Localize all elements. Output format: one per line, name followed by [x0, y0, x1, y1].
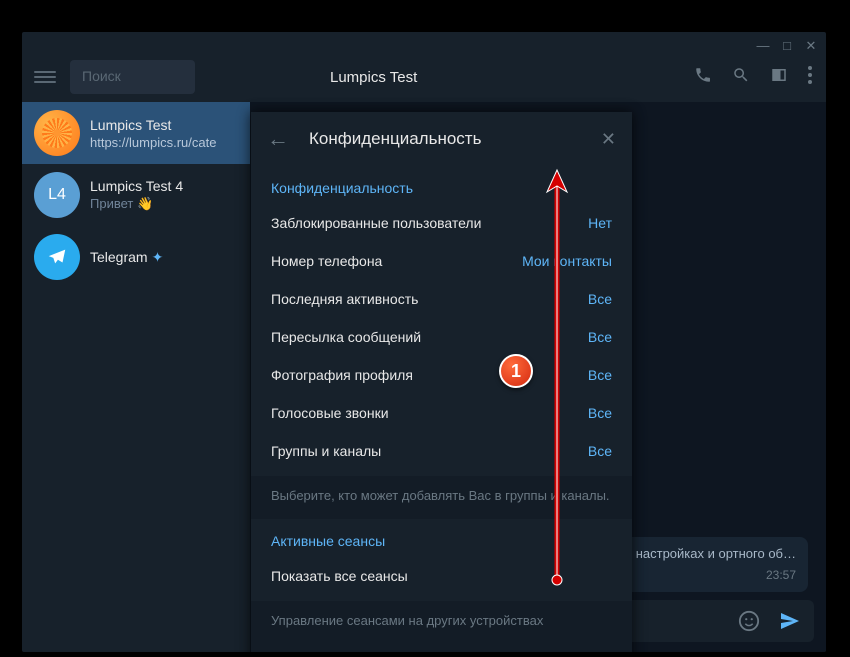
row-label: Голосовые звонки	[271, 405, 389, 421]
privacy-row-groups[interactable]: Группы и каналы Все	[251, 432, 632, 470]
row-value: Все	[588, 291, 612, 307]
privacy-row-lastseen[interactable]: Последняя активность Все	[251, 280, 632, 318]
search-placeholder: Поиск	[82, 68, 121, 84]
row-value: Все	[588, 367, 612, 383]
hamburger-menu-icon[interactable]	[34, 68, 56, 86]
chat-preview: https://lumpics.ru/cate	[90, 135, 216, 150]
row-label: Пересылка сообщений	[271, 329, 421, 345]
privacy-row-photo[interactable]: Фотография профиля Все	[251, 356, 632, 394]
row-label: Номер телефона	[271, 253, 382, 269]
row-value: Все	[588, 405, 612, 421]
avatar: L4	[34, 172, 80, 218]
back-icon[interactable]: ←	[267, 126, 289, 152]
row-value: Все	[588, 329, 612, 345]
emoji-icon[interactable]	[738, 610, 760, 632]
row-label: Заблокированные пользователи	[271, 215, 481, 231]
chat-name: Lumpics Test	[90, 117, 216, 133]
row-label: Группы и каналы	[271, 443, 381, 459]
message-time: 23:57	[612, 567, 796, 584]
chat-name: Telegram✦	[90, 249, 163, 266]
chat-name: Lumpics Test 4	[90, 178, 183, 194]
row-value: Все	[588, 443, 612, 459]
search-input[interactable]: Поиск	[70, 60, 195, 94]
privacy-row-blocked[interactable]: Заблокированные пользователи Нет	[251, 204, 632, 242]
send-icon[interactable]	[778, 609, 802, 633]
chat-title: Lumpics Test	[330, 69, 417, 86]
panel-title: Конфиденциальность	[309, 129, 601, 149]
search-icon[interactable]	[732, 66, 750, 89]
chat-preview: Привет 👋	[90, 196, 183, 212]
more-icon[interactable]	[808, 66, 812, 89]
chat-list: Lumpics Test https://lumpics.ru/cate L4 …	[22, 102, 250, 288]
chat-item[interactable]: L4 Lumpics Test 4 Привет 👋	[22, 164, 250, 226]
top-bar: Поиск Lumpics Test	[22, 52, 826, 102]
chat-item[interactable]: Lumpics Test https://lumpics.ru/cate	[22, 102, 250, 164]
call-icon[interactable]	[694, 66, 712, 89]
section-hint: Выберите, кто может добавлять Вас в груп…	[251, 476, 632, 519]
section-header: Активные сеансы	[251, 519, 632, 557]
panel-header: ← Конфиденциальность ✕	[251, 112, 632, 166]
verified-icon: ✦	[152, 249, 164, 265]
avatar	[34, 110, 80, 156]
row-label: Фотография профиля	[271, 367, 413, 383]
row-label: Показать все сеансы	[271, 568, 408, 584]
row-value: Мои контакты	[522, 253, 612, 269]
privacy-row-calls[interactable]: Голосовые звонки Все	[251, 394, 632, 432]
panel-icon[interactable]	[770, 66, 788, 89]
chat-item[interactable]: Telegram✦	[22, 226, 250, 288]
avatar	[34, 234, 80, 280]
close-icon[interactable]: ✕	[601, 129, 616, 150]
section-hint: Управление сеансами на других устройства…	[251, 601, 632, 652]
section-header: Конфиденциальность	[251, 166, 632, 204]
message-text: сех настройках и ортного об…	[612, 545, 796, 563]
privacy-row-phone[interactable]: Номер телефона Мои контакты	[251, 242, 632, 280]
row-value: Нет	[588, 215, 612, 231]
show-sessions-row[interactable]: Показать все сеансы	[251, 557, 632, 595]
row-label: Последняя активность	[271, 291, 418, 307]
settings-panel: ← Конфиденциальность ✕ Конфиденциальност…	[251, 112, 632, 652]
privacy-row-forwarding[interactable]: Пересылка сообщений Все	[251, 318, 632, 356]
